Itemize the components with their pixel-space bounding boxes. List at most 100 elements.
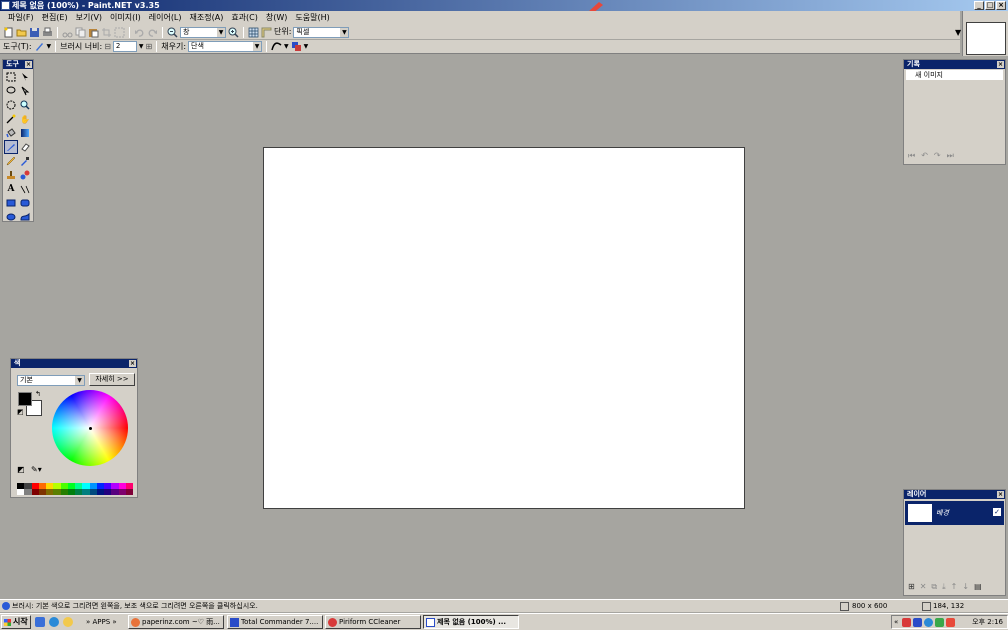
- palette-swatch[interactable]: [118, 489, 126, 495]
- chevron-down-icon[interactable]: ▼: [284, 43, 289, 50]
- palette-swatch[interactable]: [75, 489, 83, 495]
- layers-panel-title[interactable]: 레이어 ×: [904, 490, 1005, 499]
- units-combo[interactable]: 픽셀 ▼: [293, 26, 350, 38]
- palette-swatch[interactable]: [104, 489, 112, 495]
- reset-colors-icon[interactable]: ◩: [17, 408, 24, 416]
- palette-swatch[interactable]: [31, 489, 39, 495]
- open-folder-icon[interactable]: [16, 27, 27, 38]
- clock[interactable]: 오후 2:16: [972, 616, 1003, 628]
- palette-swatch[interactable]: [89, 489, 97, 495]
- palette-swatch[interactable]: [111, 489, 119, 495]
- layer-visibility-checkbox[interactable]: ✓: [993, 508, 1001, 516]
- paste-icon[interactable]: [88, 27, 99, 38]
- palette-swatch[interactable]: [17, 489, 25, 495]
- save-icon[interactable]: [29, 27, 40, 38]
- history-panel-title[interactable]: 기록 ×: [904, 60, 1005, 69]
- zoom-in-icon[interactable]: [228, 27, 239, 38]
- close-icon[interactable]: ×: [25, 61, 32, 68]
- palette-swatch[interactable]: [82, 489, 90, 495]
- palette-swatch[interactable]: [53, 489, 61, 495]
- expand-tray-icon[interactable]: «: [894, 616, 898, 628]
- brush-width-input[interactable]: 2: [112, 41, 137, 52]
- gradient-tool-icon[interactable]: [18, 126, 32, 140]
- bluetooth-icon[interactable]: [924, 618, 933, 627]
- add-layer-icon[interactable]: ⊞: [908, 582, 915, 592]
- tray-app-icon[interactable]: [946, 618, 955, 627]
- tray-app-icon[interactable]: [935, 618, 944, 627]
- decrease-width-icon[interactable]: ⊟: [104, 42, 111, 51]
- fast-forward-icon[interactable]: ⏭: [947, 151, 954, 161]
- chevron-down-icon[interactable]: ▼: [955, 28, 961, 37]
- menu-adjustments[interactable]: 재조정(A): [186, 11, 228, 25]
- increase-width-icon[interactable]: ⊞: [146, 42, 153, 51]
- taskbar-button-total-commander[interactable]: Total Commander 7....: [227, 615, 323, 629]
- palette-swatch[interactable]: [24, 489, 32, 495]
- taskbar-button-paintnet[interactable]: 제목 없음 (100%) ...: [423, 615, 519, 629]
- maximize-button[interactable]: □: [985, 1, 995, 10]
- duplicate-layer-icon[interactable]: ⧉: [931, 582, 937, 592]
- undo-icon[interactable]: [134, 27, 145, 38]
- image-canvas[interactable]: [263, 147, 745, 509]
- grid-icon[interactable]: [248, 27, 259, 38]
- freeform-shape-tool-icon[interactable]: [18, 210, 32, 224]
- menu-file[interactable]: 파일(F): [4, 11, 38, 25]
- chevron-down-icon[interactable]: ▼: [139, 43, 144, 50]
- menu-view[interactable]: 보기(V): [72, 11, 106, 25]
- ellipse-select-tool-icon[interactable]: [4, 98, 18, 112]
- rounded-rectangle-tool-icon[interactable]: [18, 196, 32, 210]
- menu-window[interactable]: 창(W): [262, 11, 292, 25]
- tray-app-icon[interactable]: [902, 618, 911, 627]
- show-desktop-icon[interactable]: [35, 617, 45, 627]
- tools-panel-title[interactable]: 도구 ×: [3, 60, 33, 69]
- rectangle-tool-icon[interactable]: [4, 196, 18, 210]
- rulers-icon[interactable]: [261, 27, 272, 38]
- color-mode-select[interactable]: 기본 ▼: [17, 375, 85, 386]
- print-icon[interactable]: [42, 27, 53, 38]
- color-picker-tool-icon[interactable]: [18, 154, 32, 168]
- redo-icon[interactable]: ↷: [934, 151, 941, 161]
- ellipse-tool-icon[interactable]: [4, 210, 18, 224]
- palette-swatch[interactable]: [67, 489, 75, 495]
- cut-icon[interactable]: [62, 27, 73, 38]
- paint-bucket-tool-icon[interactable]: [4, 126, 18, 140]
- taskbar-button-ccleaner[interactable]: Piriform CCleaner: [325, 615, 421, 629]
- palette-swatch[interactable]: [38, 489, 46, 495]
- text-tool-icon[interactable]: A: [4, 182, 18, 196]
- palette-swatch[interactable]: [46, 489, 54, 495]
- undo-icon[interactable]: ↶: [921, 151, 928, 161]
- minimize-button[interactable]: _: [974, 1, 984, 10]
- move-selection-tool-icon[interactable]: [18, 70, 32, 84]
- move-layer-down-icon[interactable]: ↓: [962, 582, 969, 592]
- rectangle-select-tool-icon[interactable]: [4, 70, 18, 84]
- start-button[interactable]: 시작: [1, 615, 31, 629]
- more-colors-button[interactable]: 자세히 >>: [89, 373, 135, 386]
- merge-layer-down-icon[interactable]: ⤓: [942, 582, 946, 592]
- eraser-tool-icon[interactable]: [18, 140, 32, 154]
- close-icon[interactable]: ×: [129, 360, 136, 367]
- palette-swatch[interactable]: [96, 489, 104, 495]
- antialiasing-icon[interactable]: [271, 41, 282, 52]
- chevron-down-icon[interactable]: ▼: [47, 43, 52, 50]
- swap-colors-icon[interactable]: ↰: [35, 390, 41, 398]
- layer-properties-icon[interactable]: ▤: [974, 582, 982, 592]
- lasso-select-tool-icon[interactable]: [4, 84, 18, 98]
- move-layer-up-icon[interactable]: ↑: [951, 582, 958, 592]
- tray-app-icon[interactable]: [913, 618, 922, 627]
- menu-layers[interactable]: 레이어(L): [145, 11, 186, 25]
- chevron-down-icon[interactable]: ▼: [304, 43, 309, 50]
- layer-row[interactable]: 배경 ✓: [905, 501, 1004, 525]
- paintbrush-tool-icon[interactable]: [4, 140, 18, 154]
- blend-mode-icon[interactable]: [291, 41, 302, 52]
- menu-edit[interactable]: 편집(E): [38, 11, 72, 25]
- zoom-tool-icon[interactable]: [18, 98, 32, 112]
- palette-swatch[interactable]: [60, 489, 68, 495]
- recolor-tool-icon[interactable]: [18, 168, 32, 182]
- palette-swatch[interactable]: [125, 489, 133, 495]
- crop-icon[interactable]: [101, 27, 112, 38]
- clone-stamp-tool-icon[interactable]: [4, 168, 18, 182]
- close-icon[interactable]: ×: [997, 491, 1004, 498]
- move-selected-tool-icon[interactable]: [18, 84, 32, 98]
- close-icon[interactable]: ×: [997, 61, 1004, 68]
- apps-toolbar-label[interactable]: » APPS »: [86, 616, 117, 628]
- fill-combo[interactable]: 단색 ▼: [188, 41, 263, 52]
